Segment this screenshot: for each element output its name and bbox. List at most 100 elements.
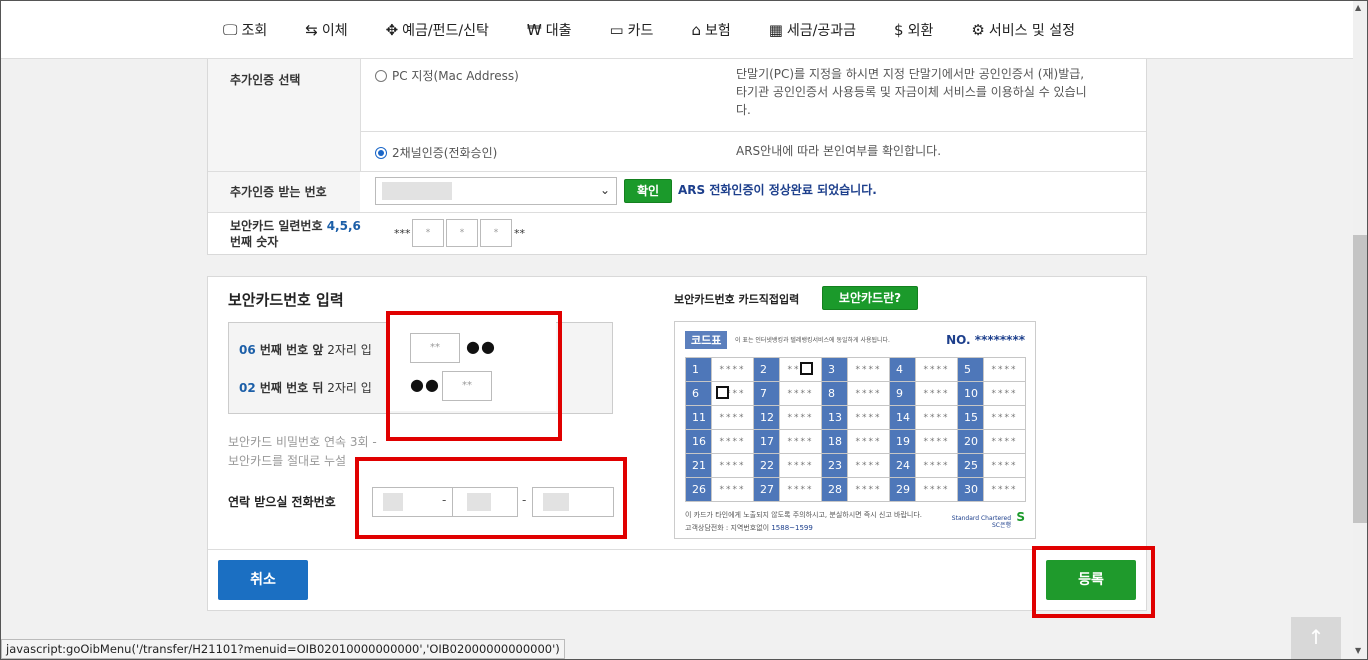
nav-icon: ⌂ <box>691 20 701 39</box>
scroll-to-top-button[interactable]: ↑ <box>1291 617 1341 659</box>
nav-label: 서비스 및 설정 <box>988 22 1075 39</box>
nav-item-8[interactable]: ⚙ 서비스 및 설정 <box>971 20 1075 40</box>
section-title: 보안카드번호 입력 <box>228 291 344 309</box>
card-cell-mask: **** <box>787 436 814 447</box>
card-cell-mask: **** <box>855 460 882 471</box>
card-cell-number: 19 <box>889 429 916 454</box>
nav-label: 조회 <box>241 22 268 39</box>
desc-line: 타기관 공인인증서 사용등록 및 자금이체 서비스를 이용하실 수 있습니 <box>736 85 1087 99</box>
card-tag: 코드표 <box>685 331 728 349</box>
serial-label-digits: 4,5,6 <box>326 219 361 233</box>
nav-icon: ✥ <box>385 20 399 39</box>
card-cell-mask: **** <box>787 388 814 399</box>
radio-pc[interactable] <box>375 69 387 82</box>
highlight-frame-pin <box>386 311 562 441</box>
card-cell-value: **** <box>711 405 754 430</box>
card-cell-mask: **** <box>855 412 882 423</box>
card-cell-value: **** <box>983 405 1026 430</box>
serial-label: 보안카드 일련번호 4,5,6 번째 숫자 <box>230 218 361 250</box>
nav-icon: ▭ <box>609 20 624 39</box>
confirm-message: ARS 전화인증이 정상완료 되었습니다. <box>678 183 877 197</box>
card-grid-row: 11 **** 12 **** 13 **** 14 **** 15 **** <box>685 405 1026 430</box>
card-cell-mask: **** <box>855 436 882 447</box>
card-cell-value: **** <box>711 429 754 454</box>
nav-item-2[interactable]: ✥ 예금/펀드/신탁 <box>386 20 489 40</box>
serial-label-text: 보안카드 일련번호 <box>230 219 327 233</box>
card-cell-number: 6 <box>685 381 712 406</box>
desc-line: 단말기(PC)를 지정을 하시면 지정 단말기에서만 공인인증서 (재)발급, <box>736 67 1085 81</box>
card-cell-number: 5 <box>957 357 984 382</box>
serial-prefix: *** <box>394 227 411 240</box>
serial-input-4[interactable]: * <box>412 219 444 247</box>
nav-icon: 🖵 <box>223 20 238 39</box>
card-cell-mask: **** <box>991 412 1018 423</box>
card-cell-mask: **** <box>787 484 814 495</box>
card-cell-value: **** <box>779 453 822 478</box>
auth-method-label: 추가인증 선택 <box>208 59 360 171</box>
card-cell-number: 30 <box>957 477 984 502</box>
pin-row-text: 번째 번호 뒤 <box>255 381 324 395</box>
card-cell-value: **** <box>847 429 890 454</box>
nav-label: 세금/공과금 <box>786 22 857 39</box>
pin-row-text: 번째 번호 앞 <box>255 343 324 357</box>
card-cell-number: 4 <box>889 357 916 382</box>
card-cell-mask: **** <box>719 484 746 495</box>
nav-label: 이체 <box>321 22 348 39</box>
nav-icon: ▦ <box>768 20 783 39</box>
serial-input-5[interactable]: * <box>446 219 478 247</box>
card-cell-value: **** <box>711 381 754 406</box>
masked-number <box>382 182 452 200</box>
card-cell-number: 28 <box>821 477 848 502</box>
nav-item-3[interactable]: ₩ 대출 <box>527 20 572 40</box>
card-cell-mask: **** <box>991 388 1018 399</box>
card-cell-mask: **** <box>991 460 1018 471</box>
serial-label-text: 번째 숫자 <box>230 235 279 249</box>
cancel-button[interactable]: 취소 <box>218 560 308 600</box>
card-cell-mask: **** <box>787 460 814 471</box>
card-cell-value: **** <box>847 357 890 382</box>
card-cell-mask: **** <box>719 364 746 375</box>
nav-item-5[interactable]: ⌂ 보험 <box>691 20 730 40</box>
option-phone[interactable]: 2채널인증(전화승인) <box>375 144 497 161</box>
card-cell-mask: **** <box>719 412 746 423</box>
card-cell-number: 7 <box>753 381 780 406</box>
card-grid-row: 6 **** 7 **** 8 **** 9 **** 10 **** <box>685 381 1026 406</box>
serial-input-6[interactable]: * <box>480 219 512 247</box>
card-cell-value: **** <box>779 477 822 502</box>
card-cell-value: **** <box>983 381 1026 406</box>
card-cell-mask: **** <box>923 436 950 447</box>
card-cell-number: 27 <box>753 477 780 502</box>
pin-row-number: 02 <box>239 381 256 395</box>
card-grid-row: 16 **** 17 **** 18 **** 19 **** 20 **** <box>685 429 1026 454</box>
card-cell-value: **** <box>779 357 822 382</box>
nav-item-1[interactable]: ⇆ 이체 <box>305 20 347 40</box>
nav-item-0[interactable]: 🖵 조회 <box>223 20 267 40</box>
radio-phone-selected[interactable] <box>375 146 387 159</box>
bank-logo-mark: S <box>1016 510 1025 524</box>
confirm-button[interactable]: 확인 <box>624 179 672 203</box>
card-cell-value: **** <box>915 453 958 478</box>
card-cell-mask: **** <box>923 460 950 471</box>
nav-item-4[interactable]: ▭ 카드 <box>609 20 653 40</box>
nav-icon: ₩ <box>526 20 542 39</box>
card-footnote: 이 카드가 타인에게 노출되지 않도록 주의하시고, 분실하시면 즉시 신고 바… <box>685 511 922 519</box>
nav-label: 카드 <box>627 22 654 39</box>
card-cell-number: 26 <box>685 477 712 502</box>
card-cell-value: **** <box>983 453 1026 478</box>
scrollbar-thumb[interactable] <box>1353 235 1367 523</box>
card-cell-number: 15 <box>957 405 984 430</box>
option-pc-desc: 단말기(PC)를 지정을 하시면 지정 단말기에서만 공인인증서 (재)발급, … <box>736 65 1087 119</box>
notice-line: 보안카드 비밀번호 연속 3회 - <box>228 435 377 449</box>
scroll-down-icon[interactable]: ▼ <box>1355 646 1361 655</box>
auth-number-select[interactable]: ⌄ <box>375 177 617 205</box>
pin-row-2: 02 번째 번호 뒤 2자리 입 <box>239 379 372 396</box>
nav-item-6[interactable]: ▦ 세금/공과금 <box>769 20 856 40</box>
card-info-button[interactable]: 보안카드란? <box>822 286 918 310</box>
card-cell-number: 2 <box>753 357 780 382</box>
card-cell-mask: **** <box>855 388 882 399</box>
scroll-up-icon[interactable]: ▲ <box>1355 3 1361 12</box>
nav-label: 대출 <box>545 22 572 39</box>
nav-item-7[interactable]: $ 외환 <box>894 20 933 40</box>
option-pc[interactable]: PC 지정(Mac Address) <box>375 67 519 84</box>
divider <box>208 549 1146 550</box>
